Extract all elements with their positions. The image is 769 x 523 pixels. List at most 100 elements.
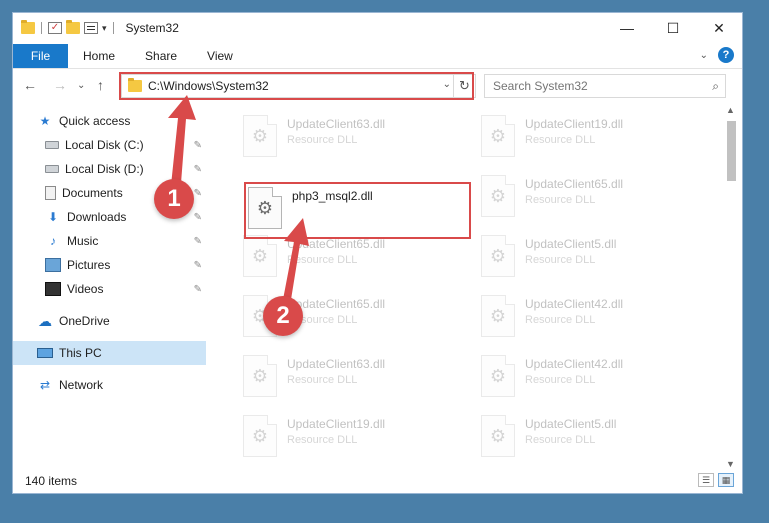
pin-icon: ✎ [193,283,202,295]
network-icon: ⇄ [39,378,51,392]
search-box[interactable]: ⌕ [484,74,726,98]
recent-locations-icon[interactable]: ⌄ [77,80,85,91]
sidebar-item-local-disk-d[interactable]: Local Disk (D:) ✎ [13,157,206,181]
cloud-icon: ☁ [38,312,52,329]
window-controls: — ☐ ✕ [604,13,742,43]
dll-file-icon: ⚙ [243,115,277,157]
file-item[interactable]: ⚙ UpdateClient19.dll Resource DLL [481,113,711,165]
tab-view[interactable]: View [192,49,248,63]
address-dropdown-icon[interactable]: ⌄ [443,79,451,90]
file-item[interactable]: ⚙ UpdateClient42.dll Resource DLL [481,353,711,405]
scrollbar-thumb[interactable] [727,121,736,181]
sidebar-item-quick-access[interactable]: ★ Quick access [13,109,206,133]
dll-file-icon: ⚙ [481,415,515,457]
tiles-view-icon[interactable]: ▦ [718,473,734,487]
up-arrow-icon[interactable]: ↑ [97,77,104,93]
step-badge-1: 1 [154,179,194,219]
file-item[interactable]: ⚙ UpdateClient65.dll Resource DLL [243,233,473,285]
vertical-scrollbar[interactable]: ▲ ▼ [724,105,738,469]
pin-icon: ✎ [193,163,202,175]
dll-file-icon: ⚙ [248,187,282,229]
sidebar-item-onedrive[interactable]: ☁ OneDrive [13,309,206,333]
file-name: php3_msql2.dll [292,189,373,203]
file-item[interactable]: ⚙ UpdateClient5.dll Resource DLL [481,413,711,465]
scroll-down-icon[interactable]: ▼ [726,459,735,469]
details-view-icon[interactable]: ☰ [698,473,714,487]
file-type: Resource DLL [525,134,596,146]
file-item[interactable]: ⚙ UpdateClient5.dll Resource DLL [481,233,711,285]
dll-file-icon: ⚙ [481,235,515,277]
tab-share[interactable]: Share [130,49,192,63]
sidebar-item-label: This PC [59,346,102,360]
sidebar-item-local-disk-c[interactable]: Local Disk (C:) ✎ [13,133,206,157]
file-item[interactable]: ⚙ UpdateClient65.dll Resource DLL [481,173,711,225]
expand-ribbon-icon[interactable]: ⌄ [700,50,708,61]
file-type: Resource DLL [287,254,358,266]
file-item-php3-msql2[interactable]: ⚙ php3_msql2.dll [248,185,478,237]
music-icon: ♪ [50,234,56,248]
pin-icon: ✎ [193,235,202,247]
tab-file[interactable]: File [13,43,68,68]
file-explorer-window: ✓ ▾ System32 — ☐ ✕ File Home Share View … [12,12,743,494]
file-name: UpdateClient19.dll [525,117,624,131]
file-type: Resource DLL [525,434,596,446]
dll-file-icon: ⚙ [243,355,277,397]
file-name: UpdateClient63.dll [287,357,386,371]
ribbon-right: ⌄ ? [700,47,734,63]
sidebar-item-label: Network [59,378,104,392]
toolbar-dropdown-icon[interactable]: ▾ [102,23,107,34]
back-arrow-icon[interactable]: ← [23,77,37,93]
file-item[interactable]: ⚙ UpdateClient63.dll Resource DLL [243,113,473,165]
search-icon: ⌕ [712,79,719,93]
new-folder-icon[interactable] [66,20,80,34]
file-name: UpdateClient65.dll [287,237,386,251]
sidebar-item-network[interactable]: ⇄ Network [13,373,206,397]
properties-check-icon[interactable]: ✓ [48,22,62,34]
help-icon[interactable]: ? [718,47,734,63]
computer-icon [37,348,53,358]
file-name: UpdateClient5.dll [525,237,617,251]
download-icon: ⬇ [47,210,59,224]
maximize-button[interactable]: ☐ [650,13,696,43]
file-item[interactable]: ⚙ UpdateClient42.dll Resource DLL [481,293,711,345]
star-icon: ★ [39,114,51,128]
folder-icon [128,78,142,92]
toolbar-separator [41,22,42,34]
address-path[interactable]: C:\Windows\System32 [148,79,269,93]
search-input[interactable] [493,79,703,93]
tab-home[interactable]: Home [68,49,130,63]
scroll-up-icon[interactable]: ▲ [726,105,735,115]
file-item[interactable]: ⚙ UpdateClient19.dll Resource DLL [243,413,473,465]
forward-arrow-icon[interactable]: → [53,77,67,93]
customize-toolbar-icon[interactable] [84,22,98,34]
file-type: Resource DLL [525,314,596,326]
sidebar-item-label: Quick access [59,114,131,128]
sidebar-item-label: OneDrive [59,314,110,328]
pictures-icon [45,258,61,272]
dll-file-icon: ⚙ [481,175,515,217]
sidebar-item-label: Local Disk (D:) [65,162,144,176]
sidebar-item-videos[interactable]: Videos ✎ [13,277,206,301]
drive-icon [45,165,59,173]
close-button[interactable]: ✕ [696,13,742,43]
item-count: 140 items [25,474,78,488]
sidebar-item-label: Downloads [67,210,127,224]
file-type: Resource DLL [525,374,596,386]
title-bar: ✓ ▾ System32 — ☐ ✕ [13,13,742,43]
file-item[interactable]: ⚙ UpdateClient63.dll Resource DLL [243,353,473,405]
ribbon-tabs: File Home Share View ⌄ ? [13,43,742,69]
minimize-button[interactable]: — [604,13,650,43]
sidebar-item-label: Pictures [67,258,111,272]
address-bar[interactable]: C:\Windows\System32 ⌄ ↻ [121,74,476,98]
sidebar-item-this-pc[interactable]: This PC [13,341,206,365]
toolbar-separator [112,22,114,34]
file-list: ⚙ UpdateClient63.dll Resource DLL ⚙ Updat… [218,105,725,469]
step-badge-2: 2 [263,296,303,336]
documents-icon [45,186,56,200]
quick-access-toolbar: ✓ ▾ [13,20,116,34]
sidebar-item-label: Music [67,234,99,248]
refresh-icon[interactable]: ↻ [453,75,475,97]
drive-icon [45,141,59,149]
sidebar-item-pictures[interactable]: Pictures ✎ [13,253,206,277]
sidebar-item-music[interactable]: ♪ Music ✎ [13,229,206,253]
